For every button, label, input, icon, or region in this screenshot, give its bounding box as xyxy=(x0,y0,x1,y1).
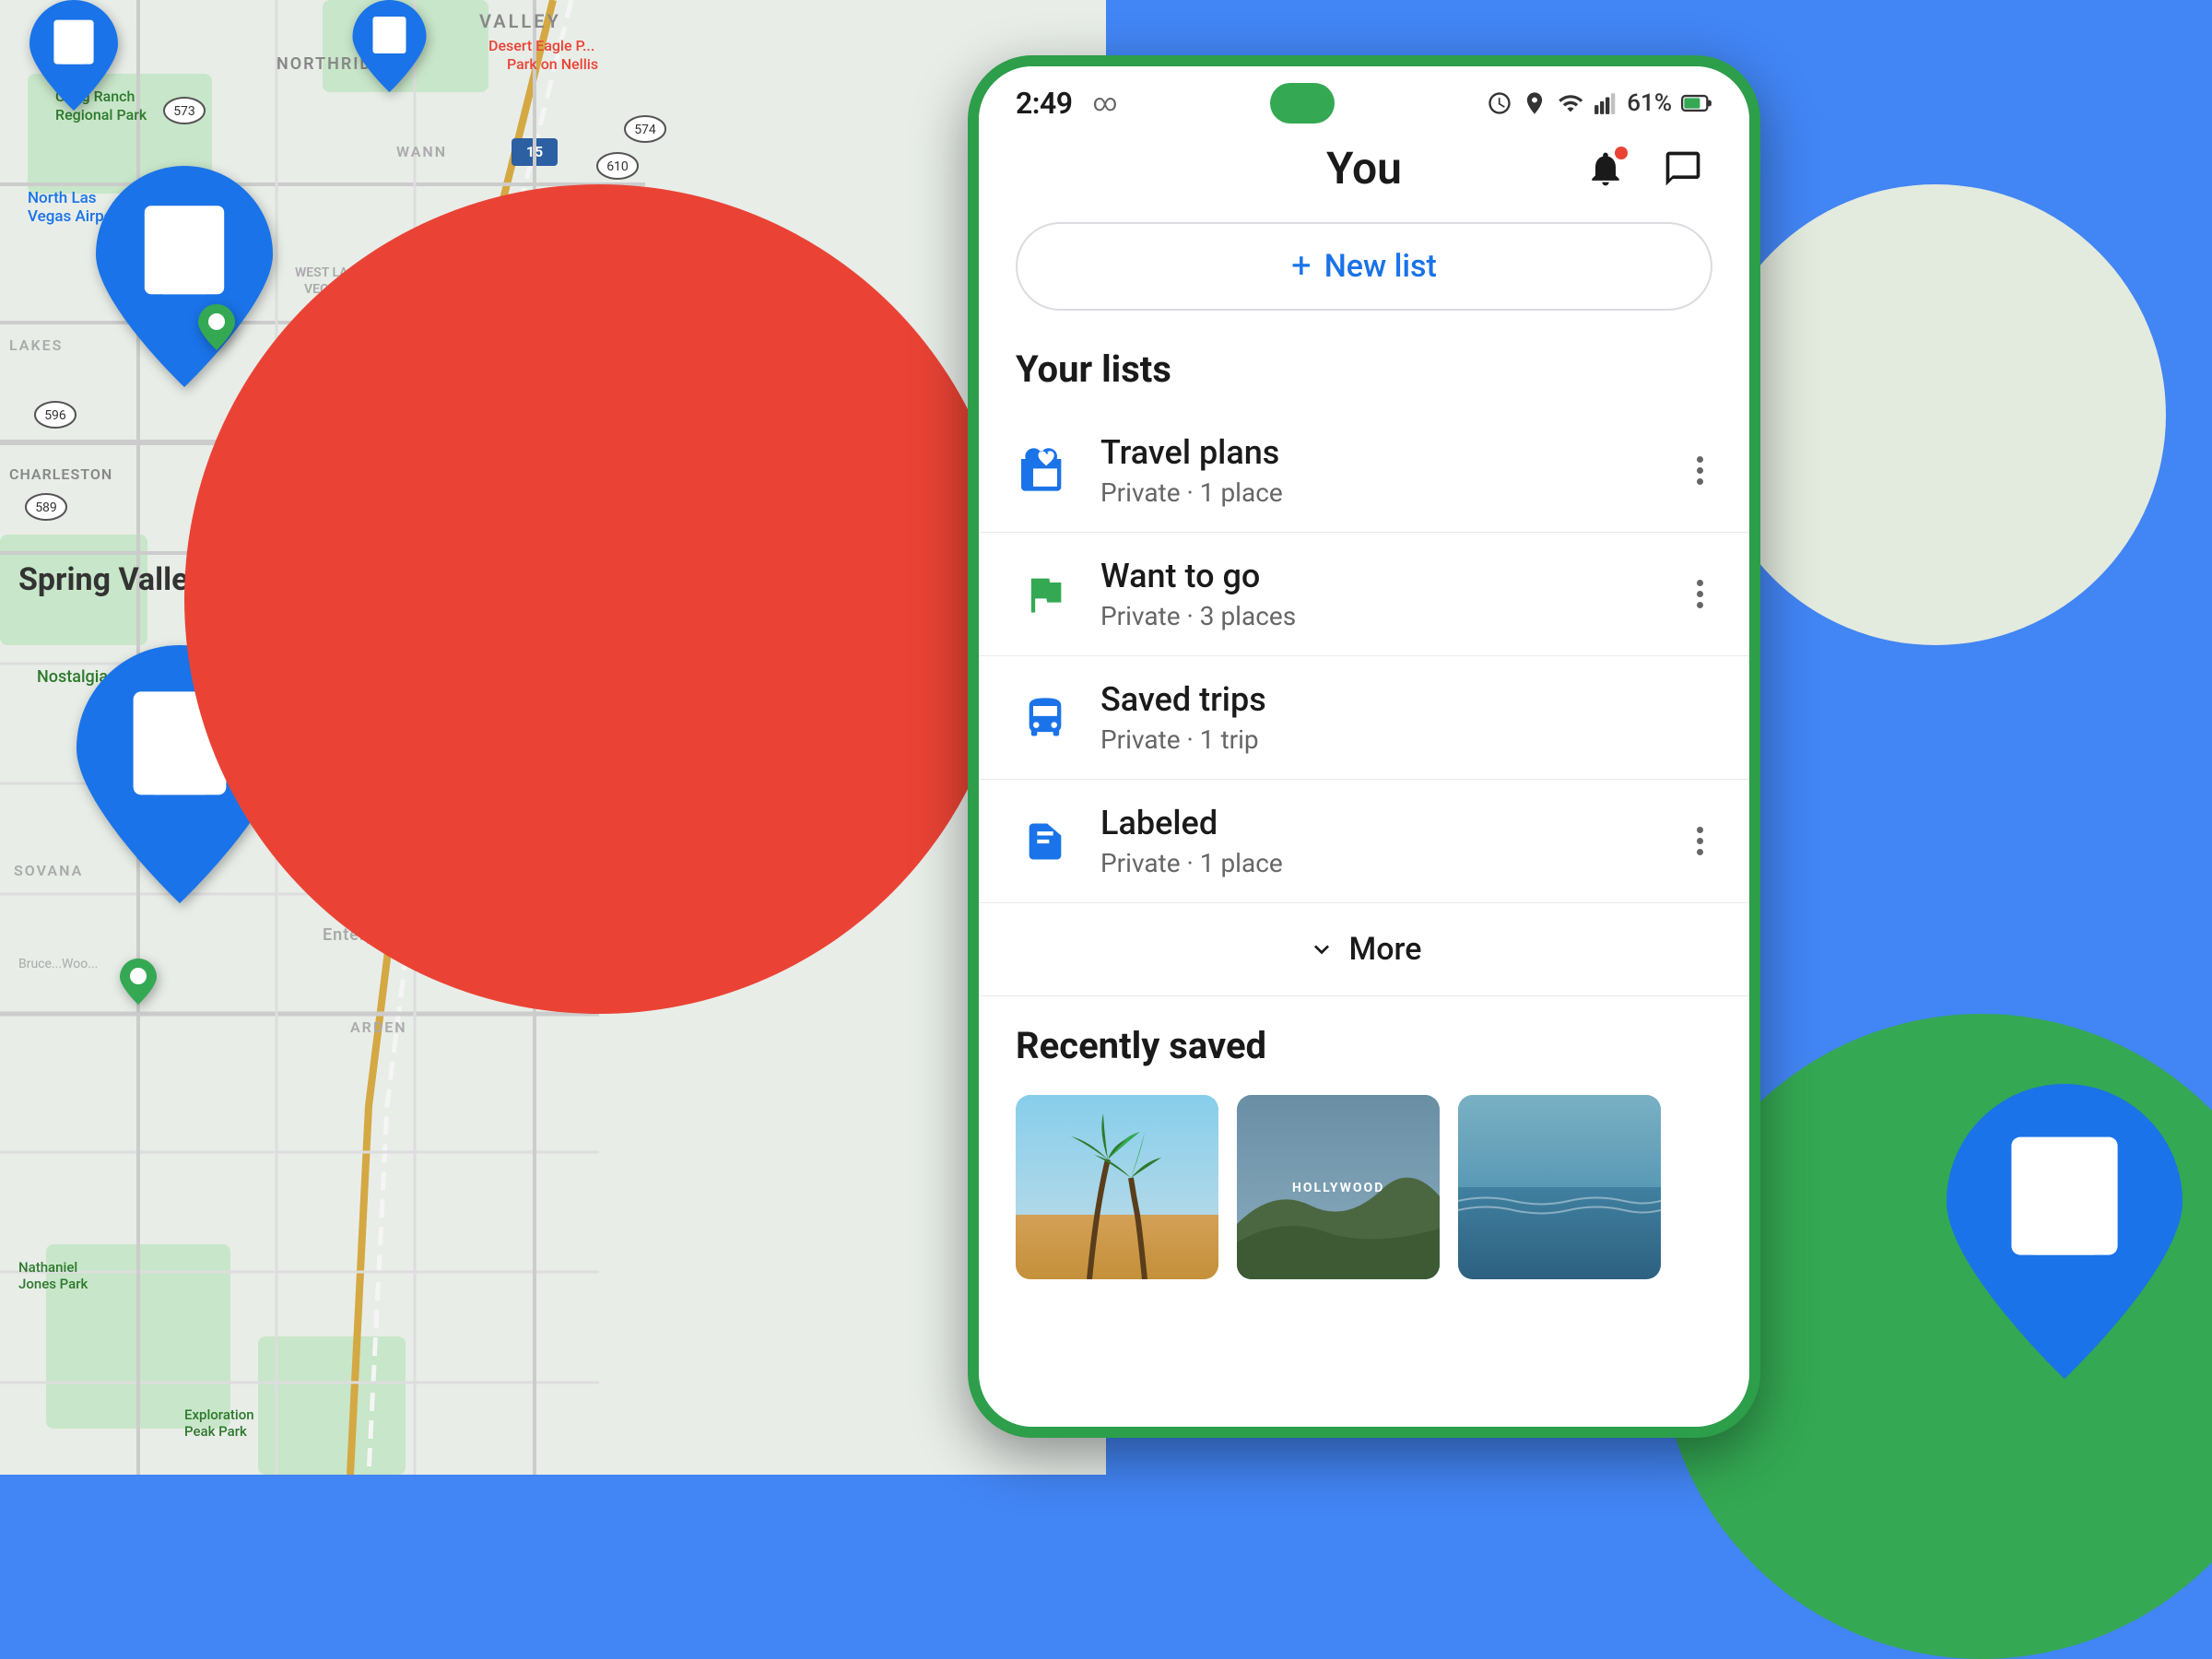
list-item-labeled[interactable]: Labeled Private · 1 place xyxy=(979,780,1749,903)
travel-plans-info: Travel plans Private · 1 place xyxy=(1100,433,1688,508)
svg-text:WANN: WANN xyxy=(396,143,447,160)
your-lists-heading: Your lists xyxy=(979,338,1749,409)
svg-text:573: 573 xyxy=(173,104,195,119)
labeled-name: Labeled xyxy=(1100,804,1688,842)
page-title: You xyxy=(1326,142,1402,194)
svg-text:CHARLESTON: CHARLESTON xyxy=(9,465,112,483)
svg-text:Exploration: Exploration xyxy=(184,1406,254,1423)
svg-text:Park on Nellis: Park on Nellis xyxy=(507,55,598,73)
status-icons: 61% xyxy=(1487,89,1712,117)
scroll-content[interactable]: Your lists Travel plans Private · 1 plac… xyxy=(979,338,1749,1427)
alarm-icon xyxy=(1487,90,1512,116)
recently-saved-heading: Recently saved xyxy=(979,996,1749,1086)
map-pin-small-1 xyxy=(198,304,235,350)
white-circle-decoration xyxy=(1705,184,2166,645)
phone-frame-container: 2:49 ∞ xyxy=(968,55,1760,1438)
list-item-want-to-go[interactable]: Want to go Private · 3 places xyxy=(979,533,1749,656)
svg-text:VALLEY: VALLEY xyxy=(479,10,561,32)
top-nav: You xyxy=(979,133,1749,213)
camera-pill xyxy=(1270,83,1335,124)
phone-inner: 2:49 ∞ xyxy=(979,66,1749,1427)
labeled-info: Labeled Private · 1 place xyxy=(1100,804,1688,878)
saved-trips-icon xyxy=(1016,688,1075,747)
travel-plans-icon xyxy=(1016,441,1075,500)
saved-trips-meta: Private · 1 trip xyxy=(1100,724,1712,755)
signal-icon xyxy=(1594,90,1618,116)
svg-text:589: 589 xyxy=(35,500,57,515)
svg-text:610: 610 xyxy=(606,159,629,174)
svg-text:Bruce...Woo...: Bruce...Woo... xyxy=(18,957,98,971)
want-to-go-more[interactable] xyxy=(1688,571,1712,618)
svg-text:ARDEN: ARDEN xyxy=(350,1018,407,1036)
messages-button[interactable] xyxy=(1653,139,1712,198)
labeled-icon xyxy=(1016,812,1075,871)
map-pin-3 xyxy=(92,166,276,387)
notification-dot xyxy=(1615,147,1628,159)
more-button[interactable]: More xyxy=(979,903,1749,996)
svg-text:SOVANA: SOVANA xyxy=(14,862,83,879)
saved-card-2[interactable]: HOLLYWOOD xyxy=(1237,1095,1440,1279)
want-to-go-meta: Private · 3 places xyxy=(1100,601,1688,631)
saved-cards-row: HOLLYWOOD xyxy=(979,1086,1749,1288)
list-item-saved-trips[interactable]: Saved trips Private · 1 trip xyxy=(979,656,1749,780)
battery-icon xyxy=(1681,90,1712,116)
large-pin-right xyxy=(1945,1084,2184,1382)
saved-trips-name: Saved trips xyxy=(1100,680,1712,719)
saved-card-1[interactable] xyxy=(1016,1095,1218,1279)
nav-icons xyxy=(1576,139,1712,198)
new-list-plus-icon: + xyxy=(1291,249,1312,284)
saved-trips-info: Saved trips Private · 1 trip xyxy=(1100,680,1712,755)
want-to-go-name: Want to go xyxy=(1100,557,1688,595)
map-pin-2 xyxy=(350,0,429,92)
list-item-travel-plans[interactable]: Travel plans Private · 1 place xyxy=(979,409,1749,533)
new-list-label: New list xyxy=(1324,248,1437,285)
svg-text:596: 596 xyxy=(44,408,66,423)
want-to-go-icon xyxy=(1016,565,1075,624)
svg-text:North Las: North Las xyxy=(28,189,97,207)
svg-text:Spring Valley: Spring Valley xyxy=(18,561,205,598)
messages-icon xyxy=(1663,148,1703,189)
travel-plans-name: Travel plans xyxy=(1100,433,1688,472)
wifi-icon xyxy=(1557,90,1584,116)
map-pin-1 xyxy=(28,0,120,111)
labeled-more[interactable] xyxy=(1688,818,1712,865)
labeled-meta: Private · 1 place xyxy=(1100,848,1688,878)
map-pin-small-2 xyxy=(120,959,157,1005)
svg-text:Nathaniel: Nathaniel xyxy=(18,1259,77,1276)
battery-percentage: 61% xyxy=(1627,89,1672,117)
svg-text:Jones Park: Jones Park xyxy=(18,1276,88,1292)
status-bar: 2:49 ∞ xyxy=(979,66,1749,133)
location-icon xyxy=(1522,90,1547,116)
svg-text:HOLLYWOOD: HOLLYWOOD xyxy=(1292,1181,1384,1195)
notifications-button[interactable] xyxy=(1576,139,1635,198)
chevron-down-icon xyxy=(1307,935,1336,964)
phone-frame: 2:49 ∞ xyxy=(968,55,1760,1438)
status-time: 2:49 xyxy=(1016,86,1073,121)
want-to-go-info: Want to go Private · 3 places xyxy=(1100,557,1688,631)
more-text: More xyxy=(1349,931,1422,968)
travel-plans-meta: Private · 1 place xyxy=(1100,477,1688,508)
svg-text:LAKES: LAKES xyxy=(9,336,63,354)
svg-text:Peak Park: Peak Park xyxy=(184,1423,247,1440)
travel-plans-more[interactable] xyxy=(1688,447,1712,494)
saved-card-3[interactable] xyxy=(1458,1095,1661,1279)
new-list-button[interactable]: + New list xyxy=(1016,222,1712,311)
red-circle-decoration xyxy=(184,184,1014,1014)
voicemail-icon: ∞ xyxy=(1093,89,1118,117)
svg-text:Desert Eagle P...: Desert Eagle P... xyxy=(488,37,594,54)
svg-text:574: 574 xyxy=(634,123,656,137)
